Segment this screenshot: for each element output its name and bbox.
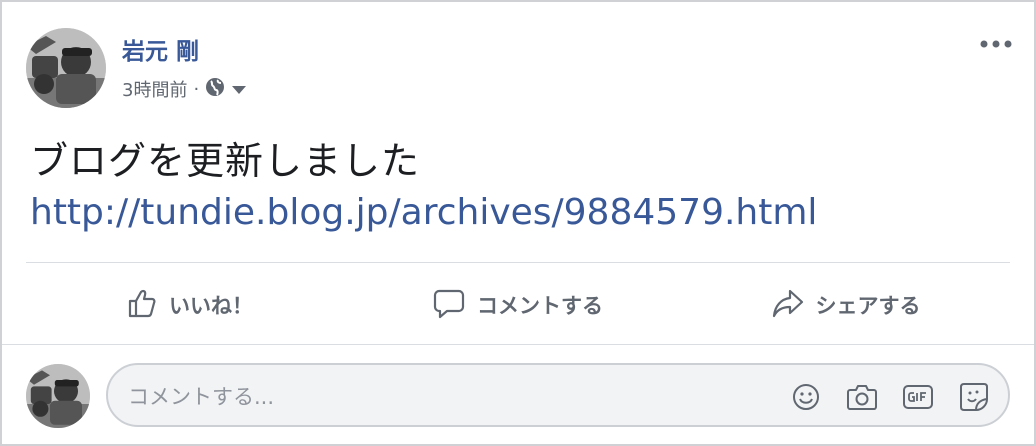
share-arrow-icon [772,288,804,323]
action-bar: いいね！ コメントする シェアする [26,272,1010,338]
like-label: いいね！ [169,294,253,318]
comment-input[interactable] [126,379,770,415]
meta-separator: · [193,78,200,100]
post-header: 岩元 剛 3時間前 · [26,28,1016,108]
share-button[interactable]: シェアする [682,272,1010,338]
thumbs-up-icon [127,288,157,323]
gif-icon[interactable] [900,379,936,415]
comment-label: コメントする [477,294,603,318]
more-options-icon[interactable] [976,30,1016,58]
post-card: 岩元 剛 3時間前 · ブログを更新しました http://tundie.blo… [0,0,1036,446]
post-link[interactable]: http://tundie.blog.jp/archives/9884579.h… [30,192,817,233]
share-label: シェアする [815,294,921,318]
like-button[interactable]: いいね！ [26,272,354,338]
comment-button[interactable]: コメントする [354,272,682,338]
divider [2,344,1034,345]
author-avatar[interactable] [26,28,106,108]
post-time[interactable]: 3時間前 [122,76,187,102]
user-avatar[interactable] [26,364,90,428]
camera-icon[interactable] [844,379,880,415]
post-meta: 3時間前 · [122,76,247,102]
divider [26,262,1010,263]
emoji-icon[interactable] [788,379,824,415]
globe-icon[interactable] [205,77,225,102]
comment-composer[interactable] [106,363,1010,427]
sticker-icon[interactable] [956,379,992,415]
comment-bubble-icon [433,287,465,324]
chevron-down-icon[interactable] [231,79,247,100]
composer-tools [788,379,992,415]
post-text: ブログを更新しました [30,139,421,183]
author-name[interactable]: 岩元 剛 [122,32,199,66]
